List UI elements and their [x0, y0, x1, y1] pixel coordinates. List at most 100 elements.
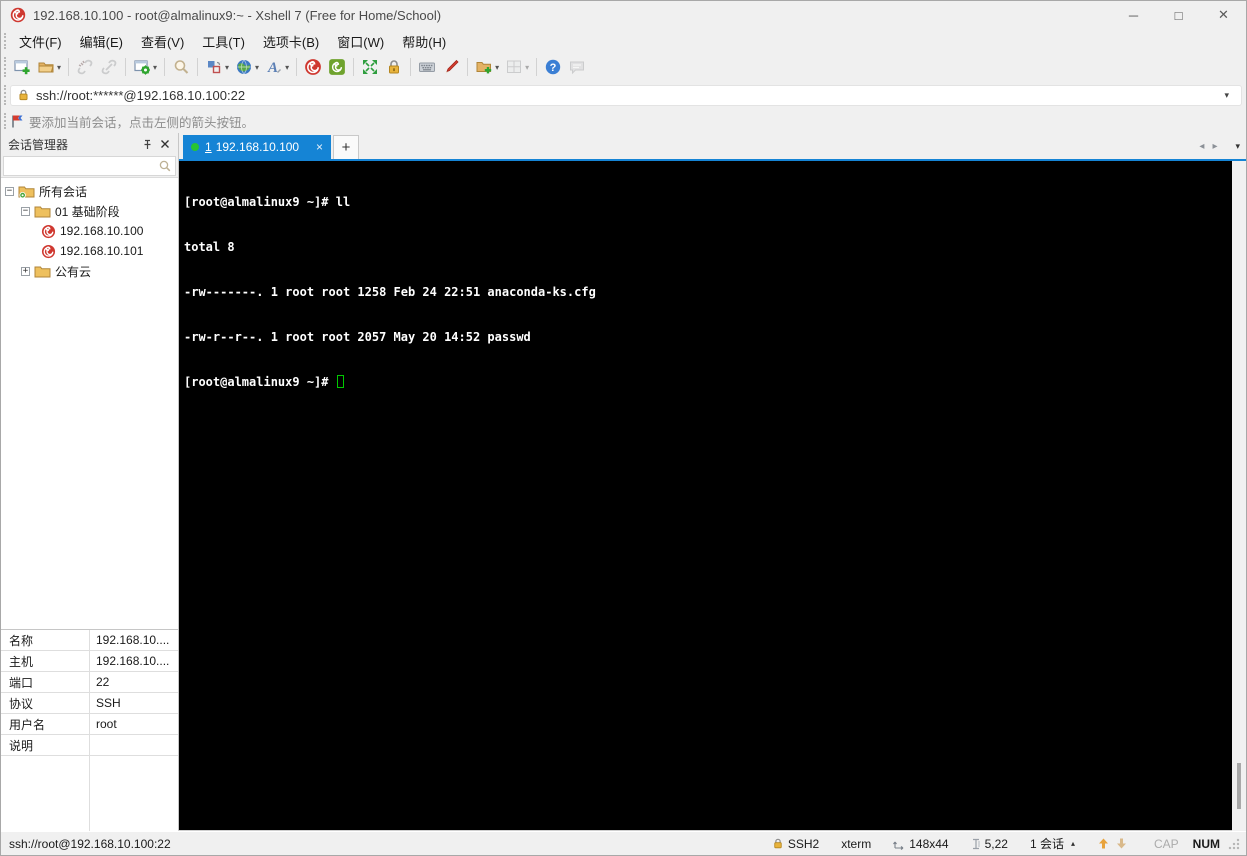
session-search-input[interactable] — [4, 159, 155, 173]
root-folder-icon — [18, 186, 35, 198]
toolbar-grip[interactable] — [4, 57, 6, 77]
terminal-line: -rw-------. 1 root root 1258 Feb 24 22:5… — [184, 285, 596, 299]
globe-icon — [237, 59, 252, 75]
menubar-grip[interactable] — [4, 32, 6, 50]
prop-value[interactable] — [89, 735, 178, 755]
font-icon: A — [267, 60, 282, 76]
session-search — [1, 155, 178, 177]
keyboard-icon — [419, 62, 436, 72]
toolbar-separator — [68, 58, 70, 76]
session-properties-dropdown[interactable]: ▾ — [153, 63, 157, 72]
new-session-button[interactable] — [10, 55, 34, 79]
expand-icon[interactable]: + — [21, 266, 30, 276]
reconnect-button[interactable] — [97, 55, 121, 79]
tile-layout-dropdown[interactable]: ▾ — [525, 63, 529, 72]
close-button[interactable]: ✕ — [1201, 1, 1246, 29]
virtual-keyboard-button[interactable] — [415, 55, 439, 79]
flag-icon — [12, 115, 23, 127]
table-row: 协议 SSH — [1, 693, 178, 714]
prop-value[interactable]: SSH — [89, 693, 178, 713]
menu-view[interactable]: 查看(V) — [132, 29, 193, 54]
tab-list-dropdown-icon[interactable]: ▾ — [1235, 141, 1240, 152]
menu-tools[interactable]: 工具(T) — [193, 29, 254, 54]
new-file-dropdown[interactable]: ▾ — [495, 63, 499, 72]
address-input[interactable]: ssh://root:******@192.168.10.100:22 ▾ — [10, 84, 1242, 106]
compose-layout-icon — [208, 61, 221, 74]
session-properties-button[interactable]: ▾ — [130, 55, 160, 79]
table-row: 名称 192.168.10.... — [1, 630, 178, 651]
message-button[interactable] — [565, 55, 589, 79]
xshell-button[interactable] — [301, 55, 325, 79]
font-button[interactable]: A ▾ — [262, 55, 292, 79]
session-icon — [41, 244, 56, 258]
prop-value[interactable]: root — [89, 714, 178, 734]
minimize-button[interactable]: ─ — [1111, 1, 1156, 29]
tab-scroll-left-icon[interactable]: ◂ — [1199, 141, 1204, 152]
find-button[interactable] — [169, 55, 193, 79]
font-dropdown[interactable]: ▾ — [285, 63, 289, 72]
tree-node-folder-basics[interactable]: − 01 基础阶段 — [1, 201, 178, 221]
menu-tabs[interactable]: 选项卡(B) — [254, 29, 328, 54]
tree-node-session-100[interactable]: 192.168.10.100 — [1, 221, 178, 241]
status-session-count[interactable]: 1 会话 ▴ — [1030, 835, 1075, 852]
tree-node-all-sessions[interactable]: − 所有会话 — [1, 181, 178, 201]
xftp-button[interactable] — [325, 55, 349, 79]
tile-layout-button[interactable]: ▾ — [502, 55, 532, 79]
tree-node-session-101[interactable]: 192.168.10.101 — [1, 241, 178, 261]
new-tab-button[interactable]: + — [333, 135, 359, 159]
new-file-button[interactable]: ▾ — [472, 55, 502, 79]
toolbar-separator — [197, 58, 199, 76]
prop-value[interactable]: 22 — [89, 672, 178, 692]
infobar-grip[interactable] — [4, 112, 6, 130]
help-button[interactable]: ? — [541, 55, 565, 79]
menu-help[interactable]: 帮助(H) — [393, 29, 455, 54]
toolbar-separator — [296, 58, 298, 76]
menu-edit[interactable]: 编辑(E) — [71, 29, 132, 54]
open-session-dropdown[interactable]: ▾ — [57, 63, 61, 72]
tab-scroll-right-icon[interactable]: ▸ — [1212, 141, 1217, 152]
terminal-line: -rw-r--r--. 1 root root 2057 May 20 14:5… — [184, 330, 531, 344]
collapse-icon[interactable]: − — [5, 186, 14, 196]
session-count-text: 1 会话 — [1029, 837, 1064, 851]
compose-layout-button[interactable]: ▾ — [202, 55, 232, 79]
resize-icon — [893, 841, 904, 850]
scroll-up-icon[interactable] — [1097, 837, 1110, 850]
terminal-scrollbar[interactable] — [1232, 161, 1246, 831]
scroll-down-icon[interactable] — [1115, 837, 1128, 850]
pin-panel-button[interactable] — [138, 135, 156, 153]
prop-value[interactable]: 192.168.10.... — [89, 651, 178, 671]
web-launch-dropdown[interactable]: ▾ — [255, 63, 259, 72]
disconnect-button[interactable] — [73, 55, 97, 79]
tree-node-folder-cloud[interactable]: + 公有云 — [1, 261, 178, 281]
menu-file[interactable]: 文件(F) — [10, 29, 71, 54]
highlight-button[interactable] — [439, 55, 463, 79]
window-controls: ─ □ ✕ — [1111, 1, 1246, 29]
open-session-button[interactable]: ▾ — [34, 55, 64, 79]
terminal-cursor — [336, 375, 344, 388]
scrollbar-thumb[interactable] — [1237, 763, 1241, 809]
terminal[interactable]: [root@almalinux9 ~]# ll total 8 -rw-----… — [179, 161, 1232, 831]
title-bar: 192.168.10.100 - root@almalinux9:~ - Xsh… — [1, 1, 1246, 29]
table-row: 主机 192.168.10.... — [1, 651, 178, 672]
addressbar-grip[interactable] — [4, 85, 6, 105]
menu-window[interactable]: 窗口(W) — [328, 29, 393, 54]
tab-session-100[interactable]: 1 192.168.10.100 × — [183, 135, 331, 159]
collapse-icon[interactable]: − — [21, 206, 30, 216]
status-terminal-type: xterm — [841, 836, 872, 851]
status-num-indicator: NUM — [1192, 836, 1220, 851]
status-cursor-position: 5,22 — [971, 837, 1008, 851]
tab-close-icon[interactable]: × — [316, 140, 323, 154]
session-icon — [41, 224, 56, 238]
close-panel-button[interactable] — [156, 135, 174, 153]
compose-layout-dropdown[interactable]: ▾ — [225, 63, 229, 72]
table-row: 端口 22 — [1, 672, 178, 693]
search-icon — [174, 60, 189, 74]
web-launch-button[interactable]: ▾ — [232, 55, 262, 79]
fullscreen-button[interactable] — [358, 55, 382, 79]
address-dropdown[interactable]: ▾ — [1224, 90, 1235, 101]
new-session-icon — [14, 60, 30, 75]
prop-value[interactable]: 192.168.10.... — [89, 630, 178, 650]
lock-screen-button[interactable] — [382, 55, 406, 79]
resize-grip-icon[interactable] — [1228, 837, 1240, 850]
maximize-button[interactable]: □ — [1156, 1, 1201, 29]
